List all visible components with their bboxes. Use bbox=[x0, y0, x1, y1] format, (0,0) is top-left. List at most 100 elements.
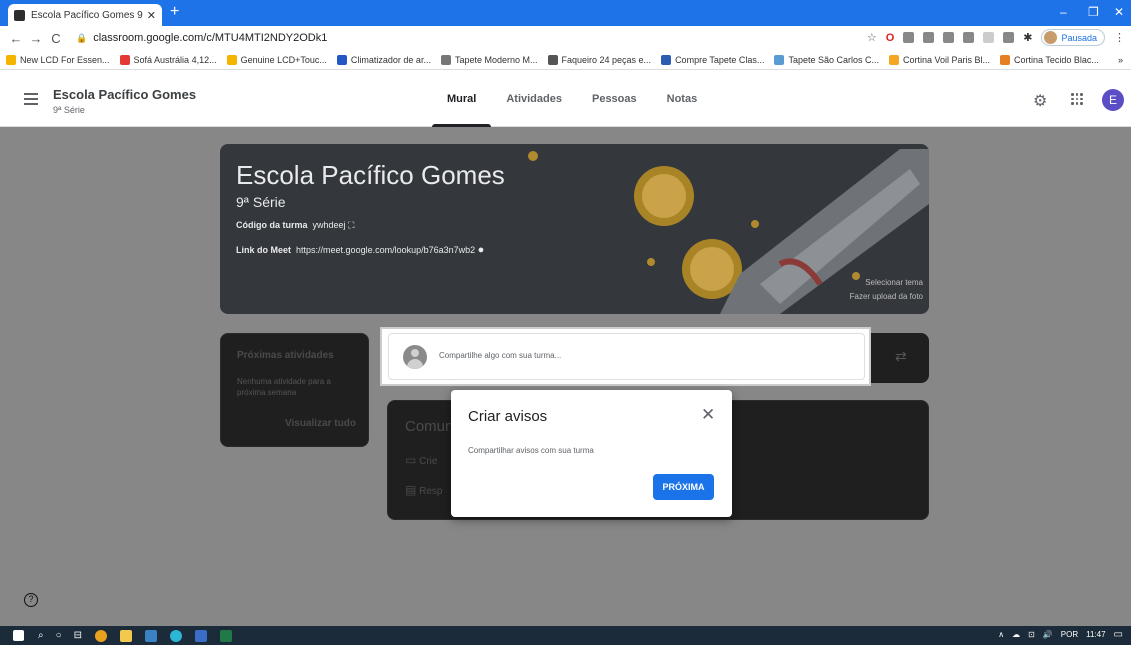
tab-mural[interactable]: Mural bbox=[432, 71, 492, 127]
user-avatar bbox=[403, 345, 427, 369]
forward-button[interactable]: → bbox=[26, 31, 46, 46]
repost-icon[interactable]: ⇄ bbox=[895, 348, 907, 365]
meet-options-icon[interactable]: ● bbox=[478, 244, 485, 256]
extension-icon[interactable] bbox=[1003, 32, 1015, 43]
classroom-header: Escola Pacífico Gomes 9ª Série Mural Ativ… bbox=[0, 71, 1131, 127]
share-with-class-input[interactable]: Compartilhe algo com sua turma... bbox=[388, 333, 865, 380]
window-close-button[interactable]: ✕ bbox=[1114, 5, 1124, 19]
bookmark-item[interactable]: New LCD For Essen... bbox=[6, 54, 110, 65]
extension-icon[interactable] bbox=[963, 32, 975, 43]
extension-icon[interactable] bbox=[983, 32, 995, 43]
classroom-favicon-icon bbox=[14, 9, 25, 21]
window-minimize-button[interactable]: – bbox=[1060, 5, 1067, 19]
create-announcement-dialog: Criar avisos ✕ Compartilhar avisos com s… bbox=[451, 390, 732, 517]
share-box-highlight: Compartilhe algo com sua turma... bbox=[380, 327, 871, 386]
meet-label: Link do Meet bbox=[236, 245, 292, 255]
word-icon[interactable] bbox=[195, 629, 208, 642]
extension-icon[interactable] bbox=[903, 32, 915, 43]
fullscreen-icon[interactable]: ⛶ bbox=[348, 220, 354, 230]
windows-start-icon[interactable] bbox=[13, 630, 24, 641]
tab-notas[interactable]: Notas bbox=[652, 71, 713, 127]
bookmark-label: New LCD For Essen... bbox=[20, 54, 110, 65]
clock[interactable]: 11:47 bbox=[1086, 630, 1105, 639]
class-name[interactable]: Escola Pacífico Gomes bbox=[53, 87, 196, 102]
address-bar[interactable]: 🔒 classroom.google.com/c/MTU4MTI2NDY2ODk… bbox=[76, 32, 327, 44]
new-tab-button[interactable]: + bbox=[170, 4, 179, 20]
bookmark-favicon-icon bbox=[889, 54, 899, 65]
settings-gear-icon[interactable]: ⚙ bbox=[1033, 91, 1047, 111]
bookmark-favicon-icon bbox=[1000, 54, 1011, 65]
bookmark-item[interactable]: Faqueiro 24 peças e... bbox=[547, 54, 652, 65]
bookmark-item[interactable]: Tapete São Carlos C... bbox=[774, 54, 879, 65]
profile-button[interactable]: Pausada bbox=[1041, 29, 1105, 46]
view-all-link[interactable]: Visualizar tudo bbox=[285, 418, 356, 429]
network-icon[interactable]: ⊡ bbox=[1028, 630, 1035, 639]
edge-icon[interactable] bbox=[170, 629, 183, 642]
star-icon[interactable]: ☆ bbox=[867, 31, 877, 44]
bookmark-item[interactable]: Sofá Austrália 4,12... bbox=[119, 54, 217, 65]
bookmark-item[interactable]: Genuine LCD+Touc... bbox=[226, 54, 327, 65]
puzzle-icon[interactable]: ✱ bbox=[1023, 31, 1032, 44]
more-menu-icon[interactable]: ⋮ bbox=[1114, 31, 1125, 44]
cortana-icon[interactable]: ○ bbox=[56, 630, 62, 641]
bookmark-label: Faqueiro 24 peças e... bbox=[561, 54, 652, 65]
close-icon[interactable]: ✕ bbox=[701, 406, 715, 423]
bookmark-item[interactable]: Climatizador de ar... bbox=[336, 54, 431, 65]
class-code-label: Código da turma bbox=[236, 220, 308, 230]
class-tabs: Mural Atividades Pessoas Notas bbox=[432, 71, 712, 127]
banner-subtitle: 9ª Série bbox=[236, 194, 286, 210]
menu-icon[interactable] bbox=[24, 93, 38, 105]
dialog-title: Criar avisos bbox=[468, 408, 548, 425]
url-text: classroom.google.com/c/MTU4MTI2NDY2ODk1 bbox=[93, 32, 328, 44]
bookmark-item[interactable]: Tapete Moderno M... bbox=[440, 54, 538, 65]
tray-chevron-icon[interactable]: ∧ bbox=[998, 630, 1004, 639]
tab-close-icon[interactable]: ✕ bbox=[147, 9, 156, 22]
browser-toolbar: ← → C 🔒 classroom.google.com/c/MTU4MTI2N… bbox=[0, 26, 1131, 50]
task-view-icon[interactable]: ⊟ bbox=[74, 630, 82, 641]
class-code-value: ywhdeej bbox=[312, 220, 346, 230]
tab-atividades[interactable]: Atividades bbox=[491, 71, 577, 127]
bookmark-favicon-icon bbox=[440, 54, 451, 65]
reload-button[interactable]: C bbox=[46, 31, 66, 46]
google-apps-icon[interactable] bbox=[1071, 93, 1083, 105]
upload-photo-link[interactable]: Fazer upload da foto bbox=[850, 292, 923, 301]
excel-icon[interactable] bbox=[220, 629, 233, 642]
meet-url[interactable]: https://meet.google.com/lookup/b76a3n7wb… bbox=[296, 245, 475, 255]
bookmark-item[interactable]: Compre Tapete Clas... bbox=[661, 54, 765, 65]
bookmark-item[interactable]: Cortina Tecido Blac... bbox=[1000, 54, 1099, 65]
extension-icon[interactable] bbox=[943, 32, 955, 43]
next-button[interactable]: PRÓXIMA bbox=[653, 474, 714, 500]
bookmark-favicon-icon bbox=[336, 54, 347, 65]
communicate-title: Comuni bbox=[405, 418, 457, 435]
help-icon[interactable]: ? bbox=[24, 593, 38, 607]
upcoming-card: Próximas atividades Nenhuma atividade pa… bbox=[220, 333, 369, 447]
profile-avatar bbox=[1044, 31, 1058, 44]
chat-icon: ▭ bbox=[405, 453, 417, 467]
bookmark-item[interactable]: Cortina Voil Paris Bl... bbox=[889, 54, 990, 65]
file-explorer-icon[interactable] bbox=[120, 629, 133, 642]
select-theme-link[interactable]: Selecionar tema bbox=[865, 278, 923, 287]
back-button[interactable]: ← bbox=[6, 31, 26, 46]
bookmark-label: Compre Tapete Clas... bbox=[675, 54, 765, 65]
volume-icon[interactable]: 🔊 bbox=[1043, 630, 1053, 639]
bookmarks-overflow-button[interactable]: » bbox=[1118, 55, 1123, 65]
store-icon[interactable] bbox=[145, 629, 158, 642]
search-icon[interactable]: ⌕ bbox=[38, 630, 44, 641]
class-banner: Escola Pacífico Gomes 9ª Série Código da… bbox=[220, 144, 929, 314]
tab-pessoas[interactable]: Pessoas bbox=[577, 71, 652, 127]
bookmark-label: Climatizador de ar... bbox=[350, 54, 431, 65]
windows-taskbar: ⌕ ○ ⊟ ∧ ☁ ⊡ 🔊 POR 11:47 ▭ bbox=[0, 626, 1131, 645]
notifications-icon[interactable]: ▭ bbox=[1114, 629, 1123, 640]
account-avatar[interactable]: E bbox=[1102, 89, 1124, 111]
window-maximize-button[interactable]: ❐ bbox=[1088, 5, 1099, 19]
onedrive-icon[interactable]: ☁ bbox=[1012, 630, 1020, 639]
language-indicator[interactable]: POR bbox=[1061, 630, 1078, 639]
meet-link: Link do Meet https://meet.google.com/loo… bbox=[236, 244, 484, 256]
browser-tab[interactable]: Escola Pacífico Gomes 9ª Série ✕ bbox=[8, 4, 162, 26]
opera-icon[interactable]: O bbox=[886, 32, 895, 44]
chrome-icon[interactable] bbox=[95, 629, 108, 642]
class-code: Código da turma ywhdeej ⛶ bbox=[236, 220, 354, 231]
bookmark-favicon-icon bbox=[226, 54, 237, 65]
extension-icon[interactable] bbox=[923, 32, 935, 43]
bookmark-favicon-icon bbox=[774, 54, 785, 65]
